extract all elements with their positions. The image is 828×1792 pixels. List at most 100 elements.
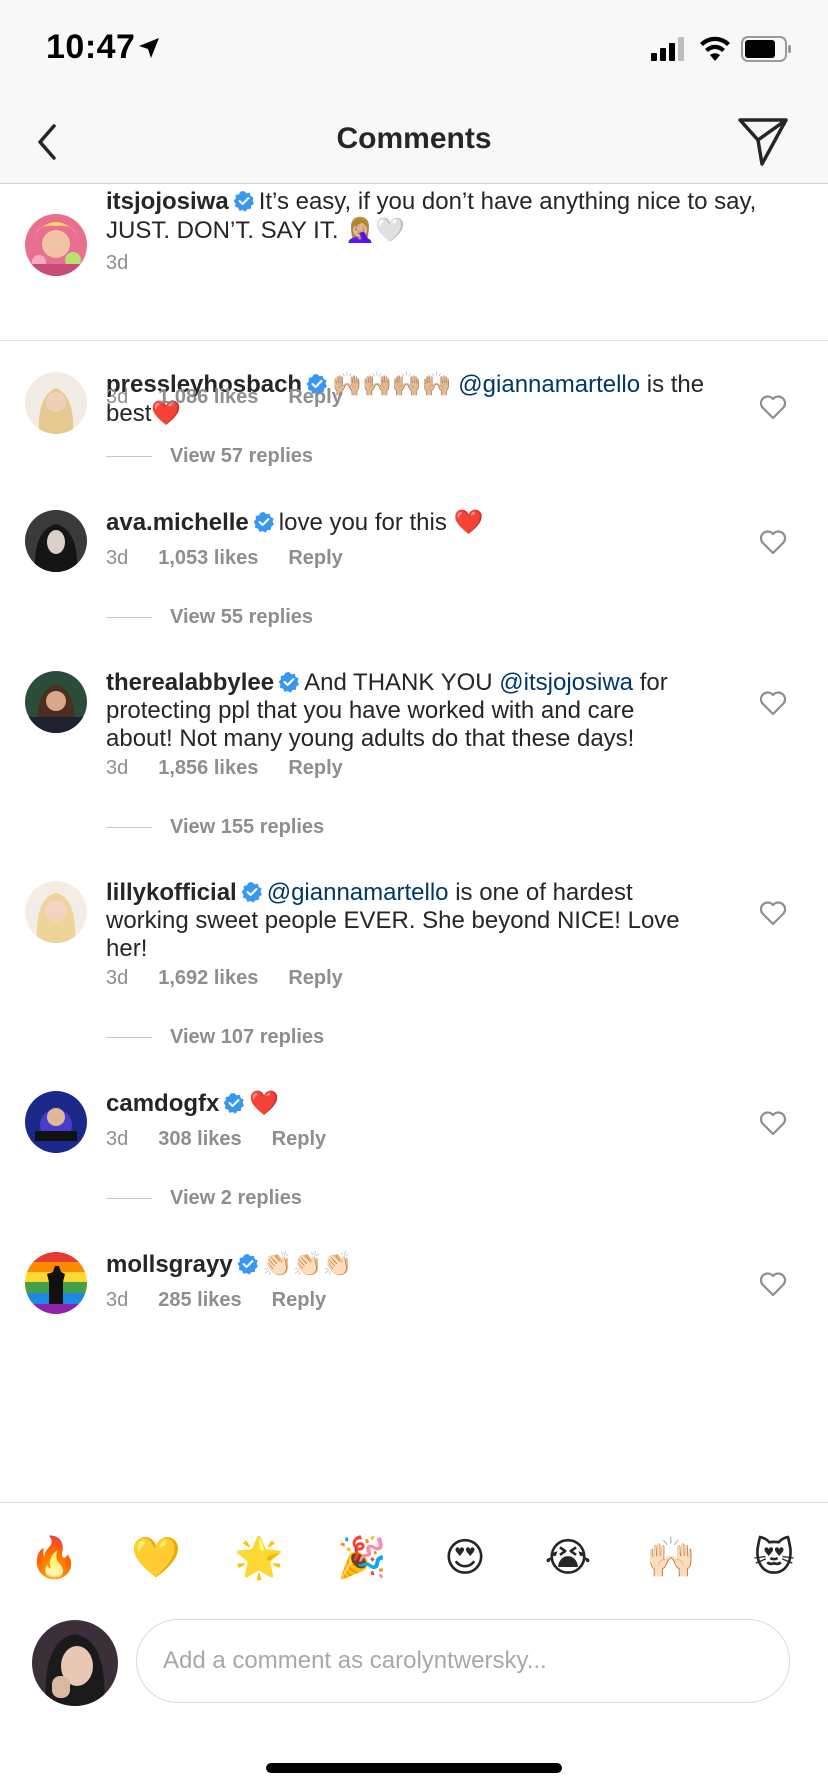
likes-count[interactable]: 1,692 likes — [158, 967, 258, 989]
avatar[interactable] — [25, 671, 87, 733]
comment-meta: 3d 1,856 likes Reply — [106, 757, 373, 780]
comment-meta: 3d 1,692 likes Reply — [106, 967, 373, 990]
likes-count[interactable]: 1,053 likes — [158, 547, 258, 569]
cellular-signal-icon — [651, 37, 684, 61]
view-replies-label: View 107 replies — [170, 1026, 325, 1048]
view-replies-button[interactable]: View 55 replies — [106, 606, 313, 629]
avatar[interactable] — [25, 1252, 87, 1314]
emoji-star-button[interactable]: 🌟 — [234, 1533, 284, 1583]
timestamp: 3d — [106, 967, 129, 989]
wifi-icon — [700, 36, 730, 61]
direct-send-button[interactable] — [736, 114, 790, 168]
avatar[interactable] — [25, 214, 87, 276]
reply-button[interactable]: Reply — [288, 386, 342, 408]
mention-link[interactable]: @itsjojosiwa — [499, 669, 633, 696]
divider-line — [106, 1037, 152, 1039]
current-user-avatar — [32, 1620, 118, 1706]
view-replies-button[interactable]: View 2 replies — [106, 1187, 302, 1210]
emoji-raised-hands-button[interactable]: 🙌🏻 — [646, 1533, 696, 1583]
status-bar: 10:47 — [0, 0, 828, 100]
comment-emoji: ❤️ — [249, 1089, 280, 1117]
view-replies-label: View 55 replies — [170, 606, 314, 628]
comment-meta: 3d 1,053 likes Reply — [106, 547, 373, 570]
timestamp: 3d — [106, 252, 129, 274]
view-replies-button[interactable]: View 155 replies — [106, 816, 324, 839]
reply-button[interactable]: Reply — [288, 967, 342, 989]
location-arrow-icon — [139, 38, 159, 58]
likes-count[interactable]: 1,856 likes — [158, 757, 258, 779]
divider-line — [106, 1198, 152, 1200]
comment-body: love you for this — [278, 509, 447, 536]
username[interactable]: therealabbylee — [106, 669, 274, 696]
verified-badge-icon — [278, 672, 300, 693]
page-title: Comments — [336, 122, 492, 155]
verified-badge-icon — [233, 191, 254, 212]
timestamp: 3d — [106, 1289, 129, 1311]
emoji-fire-button[interactable]: 🔥 — [29, 1533, 79, 1583]
comment-emoji: 👏🏻👏🏻👏🏻 — [262, 1250, 353, 1278]
reply-button[interactable]: Reply — [272, 1128, 326, 1150]
reply-button[interactable]: Reply — [288, 547, 342, 569]
like-heart-icon[interactable] — [759, 1271, 787, 1297]
verified-badge-icon — [223, 1093, 245, 1114]
username[interactable]: itsjojosiwa — [106, 188, 229, 215]
quick-emoji-bar: 🔥 💛 🌟 🎉 😍 😭 🙌🏻 😻 — [0, 1502, 828, 1615]
username[interactable]: ava.michelle — [106, 509, 249, 536]
like-heart-icon[interactable] — [759, 394, 787, 420]
like-heart-icon[interactable] — [759, 1110, 787, 1136]
comment-text: ava.michelle love you for this ❤️ — [106, 508, 706, 537]
comment-meta: 3d 1,086 likes Reply — [106, 386, 373, 409]
mention-link[interactable]: @giannamartello — [458, 371, 640, 398]
timestamp: 3d — [106, 1128, 129, 1150]
username[interactable]: camdogfx — [106, 1090, 219, 1117]
avatar[interactable] — [25, 881, 87, 943]
timestamp: 3d — [106, 757, 129, 779]
avatar[interactable] — [25, 510, 87, 572]
comment-meta: 3d 308 likes Reply — [106, 1128, 356, 1151]
reply-button[interactable]: Reply — [288, 757, 342, 779]
like-heart-icon[interactable] — [759, 900, 787, 926]
avatar[interactable] — [25, 372, 87, 434]
view-replies-label: View 57 replies — [170, 445, 314, 467]
timestamp: 3d — [106, 386, 129, 408]
like-heart-icon[interactable] — [759, 529, 787, 555]
like-heart-icon[interactable] — [759, 690, 787, 716]
view-replies-label: View 2 replies — [170, 1187, 302, 1209]
caption-meta: 3d — [106, 252, 158, 275]
divider-line — [106, 827, 152, 829]
emoji-party-button[interactable]: 🎉 — [337, 1533, 387, 1583]
username[interactable]: mollsgrayy — [106, 1251, 233, 1278]
caption-text: itsjojosiwa It’s easy, if you don’t have … — [106, 188, 796, 245]
battery-icon — [741, 36, 791, 62]
comment-text: therealabbylee And THANK YOU @itsjojosiwa… — [106, 669, 706, 753]
emoji-heart-eyes-button[interactable]: 😍 — [440, 1533, 490, 1583]
view-replies-button[interactable]: View 57 replies — [106, 445, 313, 468]
view-replies-button[interactable]: View 107 replies — [106, 1026, 324, 1049]
timestamp: 3d — [106, 547, 129, 569]
reply-button[interactable]: Reply — [272, 1289, 326, 1311]
comment-meta: 3d 285 likes Reply — [106, 1289, 356, 1312]
comment-emoji: ❤️ — [453, 508, 484, 536]
username[interactable]: lillykofficial — [106, 879, 237, 906]
avatar[interactable] — [25, 1091, 87, 1153]
likes-count[interactable]: 285 likes — [158, 1289, 241, 1311]
divider-line — [106, 456, 152, 458]
emoji-crying-button[interactable]: 😭 — [543, 1533, 593, 1583]
comment-text: camdogfx ❤️ — [106, 1089, 706, 1118]
comment-input[interactable] — [136, 1619, 790, 1703]
home-indicator[interactable] — [266, 1763, 562, 1773]
caption-emoji: 🤦🏼‍♀️🤍 — [345, 216, 405, 244]
emoji-yellow-heart-button[interactable]: 💛 — [131, 1533, 181, 1583]
likes-count[interactable]: 1,086 likes — [158, 386, 258, 408]
view-replies-label: View 155 replies — [170, 816, 325, 838]
verified-badge-icon — [241, 882, 262, 903]
likes-count[interactable]: 308 likes — [158, 1128, 241, 1150]
emoji-cat-heart-eyes-button[interactable]: 😻 — [749, 1533, 799, 1583]
comment-text: lillykofficial @giannamartello is one of … — [106, 879, 706, 963]
mention-link[interactable]: @giannamartello — [267, 879, 449, 906]
nav-bar: Comments — [0, 100, 828, 184]
divider-line — [106, 617, 152, 619]
comment-body: And THANK YOU — [304, 669, 493, 696]
status-time: 10:47 — [46, 28, 136, 66]
post-caption: itsjojosiwa It’s easy, if you don’t have … — [0, 184, 828, 341]
